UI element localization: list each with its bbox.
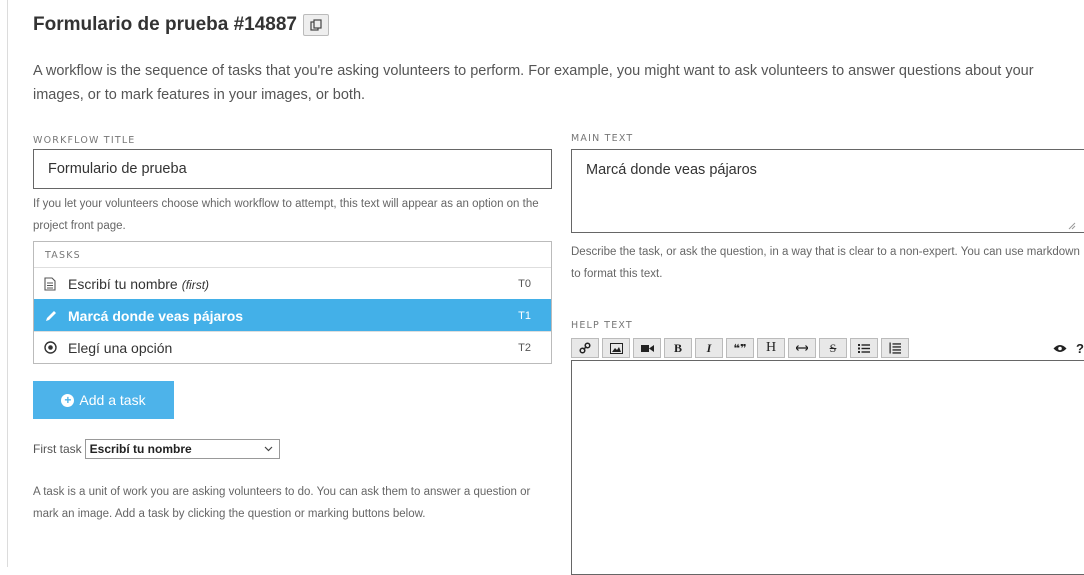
link-icon [579,342,591,354]
workflow-title-label: WORKFLOW TITLE [33,135,136,146]
markdown-help-button[interactable]: ? [1076,341,1084,356]
video-button[interactable] [633,338,661,358]
copy-icon [310,19,322,31]
plus-circle-icon: + [61,393,75,407]
workflow-title-input[interactable]: Formulario de prueba [33,149,552,189]
horizontal-rule-icon [796,345,808,351]
task-key: T2 [518,341,531,354]
first-task-row: First task Escribí tu nombre [33,439,280,459]
bullet-list-button[interactable] [850,338,878,358]
preview-toggle[interactable] [1053,344,1067,353]
first-task-select[interactable]: Escribí tu nombre [84,439,280,459]
task-item-t2[interactable]: Elegí una opción T2 [34,331,551,363]
markdown-toolbar: B I ❝❞ H S ? [571,338,1084,358]
task-name: Marcá donde veas pájaros [68,307,244,324]
strikethrough-button[interactable]: S [819,338,847,358]
bold-button[interactable]: B [664,338,692,358]
radio-question-icon [44,340,62,356]
main-text-value: Marcá donde veas pájaros [586,162,757,178]
resize-handle-icon[interactable] [1068,222,1076,230]
main-text-hint: Describe the task, or ask the question, … [571,246,1080,280]
task-name: Elegí una opción [68,339,173,356]
main-text-label: MAIN TEXT [571,133,634,144]
text-task-icon [44,276,62,292]
bullet-list-icon [858,343,870,353]
task-key: T1 [518,309,531,322]
task-item-t1[interactable]: Marcá donde veas pájaros T1 [34,299,551,331]
task-description-text: A task is a unit of work you are asking … [33,486,531,520]
add-task-label: Add a task [79,392,146,408]
numbered-list-button[interactable] [881,338,909,358]
copy-workflow-button[interactable] [303,14,329,36]
eye-icon [1053,344,1067,352]
left-divider [7,0,8,567]
workflow-title-hint: If you let your volunteers choose which … [33,198,539,232]
page-title: Formulario de prueba #14887 [33,14,297,35]
video-camera-icon [640,344,654,352]
image-button[interactable] [602,338,630,358]
italic-button[interactable]: I [695,338,723,358]
first-task-marker: (first) [181,277,210,292]
numbered-list-icon [889,342,901,354]
image-icon [609,342,623,354]
tasks-list: TASKS Escribí tu nombre (first) T0 Marcá … [33,241,552,364]
help-text-textarea[interactable] [571,360,1084,575]
workflow-intro-text: A workflow is the sequence of tasks that… [33,63,1034,103]
main-text-textarea[interactable]: Marcá donde veas pájaros [571,149,1084,233]
chevron-down-icon [264,446,273,452]
quote-button[interactable]: ❝❞ [726,338,754,358]
first-task-label: First task [33,442,82,456]
task-name: Escribí tu nombre [68,275,178,292]
horizontal-rule-button[interactable] [788,338,816,358]
task-item-t0[interactable]: Escribí tu nombre (first) T0 [34,267,551,299]
heading-button[interactable]: H [757,338,785,358]
link-button[interactable] [571,338,599,358]
add-task-button[interactable]: + Add a task [33,381,174,419]
tasks-label: TASKS [45,250,81,261]
page-header: Formulario de prueba #14887 [33,14,329,36]
help-text-label: HELP TEXT [571,320,633,331]
pencil-icon [44,308,62,324]
task-key: T0 [518,277,531,290]
first-task-selected: Escribí tu nombre [89,442,192,456]
